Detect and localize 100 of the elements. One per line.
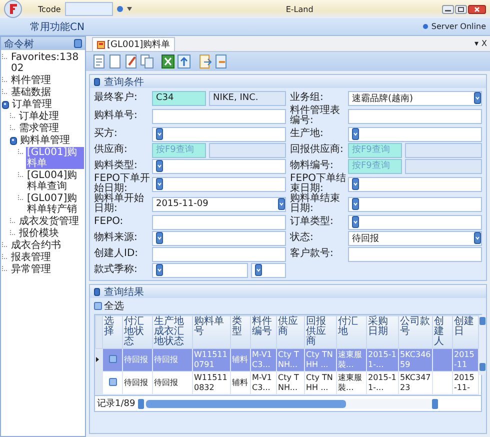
import-icon[interactable] — [214, 54, 228, 69]
tree-item[interactable]: [GL004]购料单查询 — [26, 170, 84, 192]
column-header[interactable]: 生产地成衣汇地状态 — [152, 316, 192, 348]
dropdown-field[interactable] — [348, 126, 482, 142]
table-cell: Cty TNH... — [278, 373, 299, 392]
lookup-field[interactable]: 按F9查询 — [152, 142, 206, 158]
column-header[interactable]: 料件编号 — [250, 316, 276, 348]
checkbox[interactable] — [94, 302, 102, 310]
input-field[interactable] — [152, 108, 286, 124]
tab[interactable]: [GL001]购料单 — [92, 37, 176, 51]
input-field[interactable] — [152, 214, 286, 230]
tree-item[interactable]: 购料单管理 — [19, 135, 71, 146]
chevron-down-icon[interactable] — [156, 232, 163, 244]
dropdown-field[interactable] — [152, 158, 286, 174]
dropdown-field[interactable] — [348, 214, 482, 230]
caret-icon[interactable] — [126, 6, 132, 12]
dropdown-field[interactable] — [152, 230, 286, 246]
tcode-field[interactable] — [64, 2, 113, 16]
table-cell: 待回报 — [124, 355, 148, 364]
column-header[interactable]: 购料单号 — [192, 316, 230, 348]
window-title: E-Land — [286, 4, 314, 14]
checkbox[interactable] — [108, 354, 116, 362]
vertical-scrollbar[interactable] — [479, 315, 486, 375]
column-header[interactable]: 付汇地 — [336, 316, 366, 348]
tree-item[interactable]: 订单处理 — [18, 111, 60, 122]
column-header[interactable]: 回报供应商 — [304, 316, 336, 348]
node-icon — [10, 137, 17, 145]
table-cell: Cty TNHH ... — [306, 350, 333, 369]
chevron-down-icon[interactable] — [352, 178, 359, 190]
horizontal-scrollbar[interactable] — [138, 398, 438, 408]
tree-item[interactable]: 报价模块 — [18, 228, 60, 239]
tree-item[interactable]: 需求管理 — [18, 123, 60, 134]
dropdown-field[interactable]: 2015-11-09 — [152, 196, 286, 212]
close-tab-button[interactable]: X — [482, 39, 487, 48]
chevron-down-icon[interactable] — [156, 128, 163, 140]
tab-list-button[interactable]: ▾ — [474, 39, 479, 48]
input-field[interactable] — [348, 246, 482, 262]
tree-item[interactable]: 订单管理 — [11, 99, 53, 110]
dropdown-field[interactable] — [152, 262, 248, 278]
chevron-down-icon[interactable] — [352, 198, 359, 210]
tree-item[interactable]: 成衣发货管理 — [18, 216, 80, 227]
page-icon[interactable] — [108, 54, 122, 69]
menu-tab[interactable]: 常用功能CN — [30, 20, 84, 34]
pencil-icon[interactable] — [124, 54, 138, 69]
upload-icon[interactable] — [177, 54, 191, 69]
chevron-down-icon[interactable] — [352, 128, 359, 140]
column-header[interactable]: 创建人 — [432, 316, 452, 348]
maximize-icon[interactable] — [455, 4, 467, 14]
dropdown-field[interactable] — [348, 176, 482, 192]
tree-item[interactable]: 基础数据 — [10, 87, 52, 98]
column-header[interactable]: 付汇地状态 — [122, 316, 152, 348]
lookup-field[interactable]: C34 — [152, 90, 206, 106]
dropdown-icon[interactable] — [116, 6, 123, 12]
tree-line-icon — [10, 230, 16, 238]
minimize-icon[interactable] — [442, 4, 454, 14]
lookup-field[interactable]: 按F9查询 — [348, 158, 402, 174]
tree-line-icon — [10, 125, 16, 133]
tree-item[interactable]: [GL007]购料单转产销 — [26, 193, 84, 215]
field-label: 买方: — [94, 129, 118, 139]
chevron-down-icon[interactable] — [156, 160, 163, 172]
table-cell: 2015-11 — [454, 350, 474, 369]
dropdown-field[interactable] — [250, 262, 286, 278]
chevron-down-icon[interactable] — [474, 92, 481, 104]
chevron-down-icon[interactable] — [278, 198, 285, 210]
export-icon[interactable] — [198, 54, 212, 69]
table-cell: W115110832 — [194, 373, 228, 392]
column-header[interactable]: 供应商 — [276, 316, 304, 348]
tree-item[interactable]: 报表管理 — [10, 252, 52, 263]
column-header[interactable]: 公司款号 — [398, 316, 432, 348]
excel-icon[interactable] — [161, 54, 175, 69]
dropdown-field[interactable]: 速霸品牌(越南) — [348, 90, 482, 106]
lookup-field[interactable]: 按F9查询 — [348, 142, 402, 158]
chevron-down-icon[interactable] — [254, 264, 262, 276]
dropdown-field[interactable]: 待回报 — [348, 230, 482, 246]
checkbox[interactable] — [108, 378, 116, 386]
tree-item[interactable]: 料件管理 — [10, 75, 52, 86]
tree-item[interactable]: 成衣合约书 — [10, 240, 62, 251]
chevron-down-icon[interactable] — [156, 264, 163, 276]
column-header[interactable]: 创建日 — [452, 316, 478, 348]
chevron-down-icon[interactable] — [156, 178, 163, 190]
column-header[interactable]: 类型 — [230, 316, 250, 348]
column-header[interactable]: 采购日期 — [366, 316, 398, 348]
edit-icon[interactable] — [92, 54, 106, 69]
dropdown-field[interactable] — [348, 196, 482, 212]
chevron-down-icon[interactable] — [352, 216, 359, 228]
pin-icon[interactable] — [74, 39, 82, 48]
column-header[interactable]: 选择 — [102, 316, 122, 348]
tree-item[interactable]: 异常管理 — [10, 264, 52, 275]
chevron-down-icon[interactable] — [474, 232, 481, 244]
input-field[interactable] — [348, 108, 482, 124]
dropdown-field[interactable] — [152, 126, 286, 142]
tree-item[interactable]: Favorites:13802 — [10, 52, 84, 74]
close-icon[interactable] — [468, 4, 486, 14]
dropdown-field[interactable] — [152, 176, 286, 192]
input-field[interactable] — [152, 246, 286, 262]
tree-line-icon — [2, 254, 8, 262]
field-label: 购料单号: — [94, 111, 138, 121]
copy-icon[interactable] — [140, 54, 154, 69]
logo-icon[interactable] — [4, 0, 22, 18]
table-cell: Cty TNH... — [278, 350, 299, 369]
